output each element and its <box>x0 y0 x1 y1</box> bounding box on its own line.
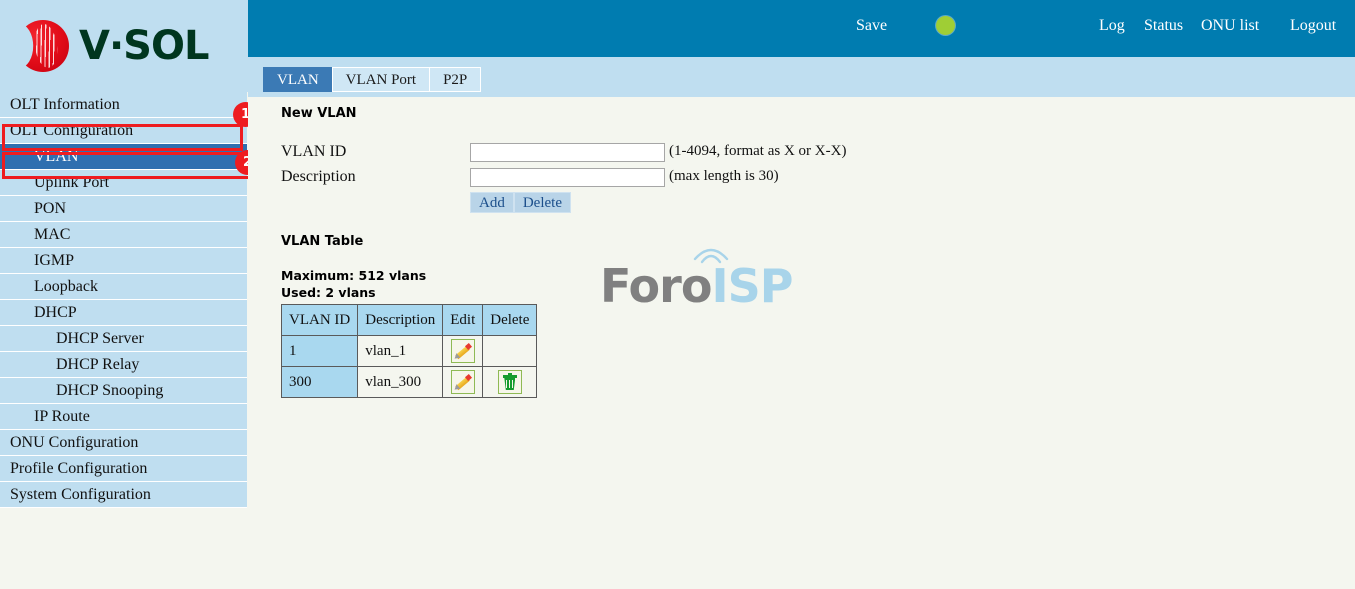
column-header-delete: Delete <box>482 304 538 336</box>
sidebar-item-dhcp[interactable]: DHCP <box>0 300 247 326</box>
new-vlan-heading: New VLAN <box>281 106 357 121</box>
column-header-vlan-id: VLAN ID <box>280 304 359 336</box>
description-input[interactable] <box>470 168 665 187</box>
log-link[interactable]: Log <box>1099 17 1125 35</box>
sidebar-item-olt-information[interactable]: OLT Information <box>0 92 247 118</box>
vlan-table: VLAN ID Description Edit Delete 1 vlan_1… <box>280 304 538 398</box>
tab-vlan[interactable]: VLAN <box>263 67 332 92</box>
watermark-text-foro: Foro <box>600 259 712 313</box>
sidebar-item-uplink-port[interactable]: Uplink Port <box>0 170 247 196</box>
onu-list-link[interactable]: ONU list <box>1201 17 1259 35</box>
cell-edit <box>442 335 484 367</box>
vlan-maximum-count: Maximum: 512 vlans <box>281 268 427 283</box>
sidebar-item-vlan[interactable]: VLAN <box>0 144 247 170</box>
cell-edit <box>442 366 484 398</box>
vlan-id-hint: (1-4094, format as X or X-X) <box>669 143 847 159</box>
vlan-used-count: Used: 2 vlans <box>281 285 376 300</box>
status-link[interactable]: Status <box>1144 17 1183 35</box>
sidebar-item-loopback[interactable]: Loopback <box>0 274 247 300</box>
sidebar-item-profile-configuration[interactable]: Profile Configuration <box>0 456 247 482</box>
cell-description: vlan_1 <box>357 335 444 367</box>
tab-band: VLAN VLAN Port P2P <box>248 57 1355 97</box>
vlan-id-input[interactable] <box>470 143 665 162</box>
cell-delete-empty <box>482 335 538 367</box>
main-content: New VLAN VLAN ID (1-4094, format as X or… <box>248 97 1355 589</box>
tab-vlan-port[interactable]: VLAN Port <box>331 67 430 92</box>
sidebar-item-mac[interactable]: MAC <box>0 222 247 248</box>
sidebar-item-dhcp-relay[interactable]: DHCP Relay <box>0 352 247 378</box>
column-header-description: Description <box>357 304 444 336</box>
form-button-group: Add Delete <box>470 192 571 213</box>
table-row: 1 vlan_1 <box>280 335 538 367</box>
tab-list: VLAN VLAN Port P2P <box>263 67 482 92</box>
sidebar-item-ip-route[interactable]: IP Route <box>0 404 247 430</box>
sidebar-item-dhcp-snooping[interactable]: DHCP Snooping <box>0 378 247 404</box>
sidebar-item-dhcp-server[interactable]: DHCP Server <box>0 326 247 352</box>
table-header-row: VLAN ID Description Edit Delete <box>280 304 538 336</box>
sidebar-item-olt-configuration[interactable]: OLT Configuration <box>0 118 247 144</box>
sidebar-nav: OLT Information OLT Configuration VLAN U… <box>0 92 247 508</box>
save-button[interactable]: Save <box>856 17 887 35</box>
top-header-bar: Save Log Status ONU list Logout <box>248 0 1355 57</box>
cell-description: vlan_300 <box>357 366 444 398</box>
pencil-edit-icon[interactable] <box>450 370 475 394</box>
vlan-table-heading: VLAN Table <box>281 234 364 249</box>
brand-logo-text: V·SOL <box>79 23 209 69</box>
cell-delete <box>482 366 538 398</box>
pencil-edit-icon[interactable] <box>450 339 475 363</box>
sidebar-item-system-configuration[interactable]: System Configuration <box>0 482 247 508</box>
status-indicator-green-icon <box>936 16 955 35</box>
vlan-id-label: VLAN ID <box>281 143 347 160</box>
cell-vlan-id: 300 <box>280 366 359 398</box>
foroisp-watermark: ForoISP <box>600 248 793 313</box>
tab-p2p[interactable]: P2P <box>429 67 482 92</box>
column-header-edit: Edit <box>442 304 484 336</box>
delete-button[interactable]: Delete <box>513 192 571 213</box>
trash-delete-icon[interactable] <box>497 370 522 394</box>
wifi-waves-icon <box>693 248 729 264</box>
logout-link[interactable]: Logout <box>1290 17 1336 35</box>
table-row: 300 vlan_300 <box>280 366 538 398</box>
sidebar-item-onu-configuration[interactable]: ONU Configuration <box>0 430 247 456</box>
sidebar-item-igmp[interactable]: IGMP <box>0 248 247 274</box>
vsol-circle-logo-icon <box>15 20 69 72</box>
cell-vlan-id: 1 <box>280 335 359 367</box>
sidebar-item-pon[interactable]: PON <box>0 196 247 222</box>
description-hint: (max length is 30) <box>669 168 779 184</box>
add-button[interactable]: Add <box>470 192 514 213</box>
brand-logo-panel: V·SOL <box>0 0 248 92</box>
watermark-text-isp: ISP <box>711 259 793 313</box>
description-label: Description <box>281 168 356 185</box>
